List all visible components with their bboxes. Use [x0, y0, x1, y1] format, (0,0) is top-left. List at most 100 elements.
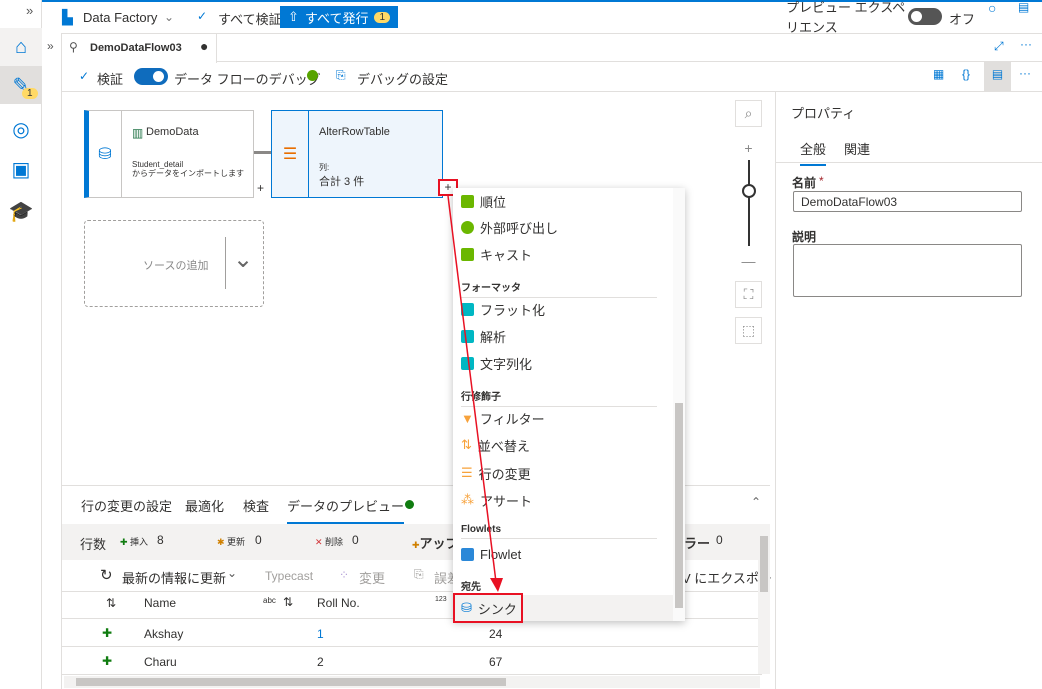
more-icon[interactable]: ··· [1020, 37, 1032, 51]
sort-icon: ⇅ [461, 437, 472, 452]
add-transform-plus[interactable]: + [257, 181, 264, 195]
select-icon[interactable]: ⬚ [735, 317, 762, 344]
more-icon[interactable]: ··· [1019, 66, 1031, 80]
alter-row-node[interactable]: ☰ AlterRowTable 列: 合計 3 件 [271, 110, 443, 198]
refresh-icon: ↻ [100, 567, 113, 584]
update-label: 更新 [227, 537, 246, 547]
cell-name: Charu [144, 655, 177, 669]
home-icon[interactable]: ⌂ [0, 28, 42, 66]
menu-item-filter[interactable]: ▼ フィルター [461, 405, 545, 431]
sort-icon[interactable]: ⇅ [106, 596, 116, 610]
zoom-slider[interactable] [748, 160, 750, 246]
tab-demodataflow03[interactable]: ⚲ DemoDataFlow03 ● [62, 34, 217, 63]
col-roll[interactable]: Roll No. [317, 596, 360, 610]
fit-view-icon[interactable]: ⛶ [735, 281, 762, 308]
type-abc: abc [263, 596, 276, 605]
rows-label: 行数 [80, 537, 107, 552]
menu-item-flatten[interactable]: フラット化 [461, 296, 545, 322]
tab-data-preview[interactable]: データのプレビュー [287, 496, 405, 524]
source-node-demodata[interactable]: ⛁ ▥ DemoData Student_detail からデータをインポートし… [84, 110, 264, 198]
expand-resources-button[interactable]: » [47, 39, 54, 53]
zoom-out-button[interactable]: — [735, 247, 762, 274]
zoom-slider-thumb[interactable] [742, 184, 756, 198]
manage-toolbox-icon[interactable]: ▣ [0, 150, 42, 188]
properties-title: プロパティ [791, 106, 856, 121]
top-bar: ▙ Data Factory ⌄ ✓ すべて検証 ⇧ すべて発行 1 プレビュー… [42, 0, 1042, 35]
description-textarea[interactable] [793, 244, 1022, 297]
chevron-down-icon[interactable]: ⌄ [233, 245, 253, 274]
preview-state: オフ [949, 12, 976, 27]
menu-item-alter-row[interactable]: ☰ 行の変更 [461, 460, 531, 486]
menu-item-cast[interactable]: キャスト [461, 241, 532, 267]
source-title: DemoData [146, 126, 199, 138]
cell-value: 67 [489, 655, 503, 669]
tab-related[interactable]: 関連 [844, 139, 870, 158]
expand-nav-button[interactable]: » [26, 3, 33, 18]
chevron-down-icon[interactable]: ⌄ [227, 566, 237, 580]
factory-name[interactable]: Data Factory [83, 10, 157, 25]
validate-all-icon: ✓ [197, 9, 208, 23]
code-icon[interactable]: {} [962, 67, 970, 81]
insert-label: 挿入 [130, 537, 149, 547]
debug-label: データ フローのデバッグ [174, 72, 321, 87]
sink-highlight-box [453, 593, 523, 623]
error-label: ラー [684, 536, 711, 551]
required-marker: * [819, 174, 824, 188]
preview-toggle[interactable] [908, 8, 942, 25]
upload-icon: ⇧ [288, 9, 299, 24]
alter-row-icon: ☰ [461, 465, 473, 480]
insert-icon: ✚ [102, 626, 113, 640]
rank-icon [461, 194, 474, 208]
publish-all-button[interactable]: ⇧ すべて発行 1 [280, 6, 399, 28]
menu-scrollbar[interactable] [673, 188, 685, 621]
monitor-icon[interactable]: ◎ [0, 110, 42, 148]
debug-toggle[interactable] [134, 68, 168, 85]
author-pencil-icon[interactable]: ✎ 1 [0, 66, 42, 104]
refresh-icon[interactable]: ○ [988, 0, 996, 16]
sort-icon[interactable]: ⇅ [283, 595, 293, 609]
menu-item-sort[interactable]: ⇅ 並べ替え [461, 432, 530, 458]
add-source-box[interactable]: ソースの追加 ⌄ [84, 220, 264, 307]
menu-item-parse[interactable]: 解析 [461, 323, 506, 349]
cell-roll: 1 [317, 627, 324, 641]
delete-label: 削除 [325, 537, 344, 547]
debug-settings-button[interactable]: デバッグの設定 [357, 69, 448, 88]
chevron-down-icon[interactable]: ⌄ [164, 10, 174, 24]
properties-icon[interactable]: ▤ [984, 62, 1011, 91]
notes-icon[interactable]: ▤ [1018, 0, 1029, 14]
menu-item-assert[interactable]: ⁂ アサート [461, 487, 532, 513]
menu-item-stringify[interactable]: 文字列化 [461, 350, 532, 376]
cell-name: Akshay [144, 627, 184, 641]
name-input[interactable]: DemoDataFlow03 [793, 191, 1022, 212]
horizontal-scrollbar[interactable] [64, 676, 760, 688]
validate-all-button[interactable]: すべて検証 [218, 9, 282, 28]
name-label: 名前 [792, 176, 817, 190]
parse-icon [461, 329, 474, 343]
menu-item-external-call[interactable]: 外部呼び出し [461, 214, 558, 240]
insert-count: 8 [157, 533, 164, 547]
learn-icon[interactable]: 🎓 [0, 192, 42, 230]
modify-button[interactable]: 変更 [359, 568, 385, 587]
menu-item-flowlet[interactable]: Flowlet [461, 541, 521, 567]
col-name[interactable]: Name [144, 596, 176, 610]
zoom-in-button[interactable]: + [735, 134, 762, 161]
cell-roll: 2 [317, 655, 324, 669]
expand-icon[interactable]: ⤢ [994, 39, 1004, 54]
left-nav: » ⌂ ✎ 1 ◎ ▣ 🎓 [0, 0, 42, 689]
typecast-button[interactable]: Typecast [265, 569, 313, 583]
vertical-scrollbar[interactable] [758, 524, 770, 674]
tab-title: DemoDataFlow03 [90, 42, 182, 54]
tab-alter-row-settings[interactable]: 行の変更の設定 [81, 496, 172, 515]
script-icon[interactable]: ▦ [933, 67, 944, 81]
refresh-button[interactable]: 最新の情報に更新 [122, 568, 226, 587]
publish-count-badge: 1 [374, 11, 391, 23]
type-123: 123 [435, 596, 447, 603]
collapse-panel-icon[interactable]: ⌃ [751, 495, 761, 509]
search-icon[interactable]: ⌕ [735, 100, 762, 127]
tab-inspect[interactable]: 検査 [243, 496, 269, 515]
table-row: ✚ Charu 2 67 [62, 647, 762, 675]
tab-optimize[interactable]: 最適化 [185, 496, 224, 515]
menu-item-rank[interactable]: 順位 [461, 188, 506, 214]
source-icon: ⛁ [89, 111, 122, 197]
validate-button[interactable]: 検証 [97, 69, 123, 88]
